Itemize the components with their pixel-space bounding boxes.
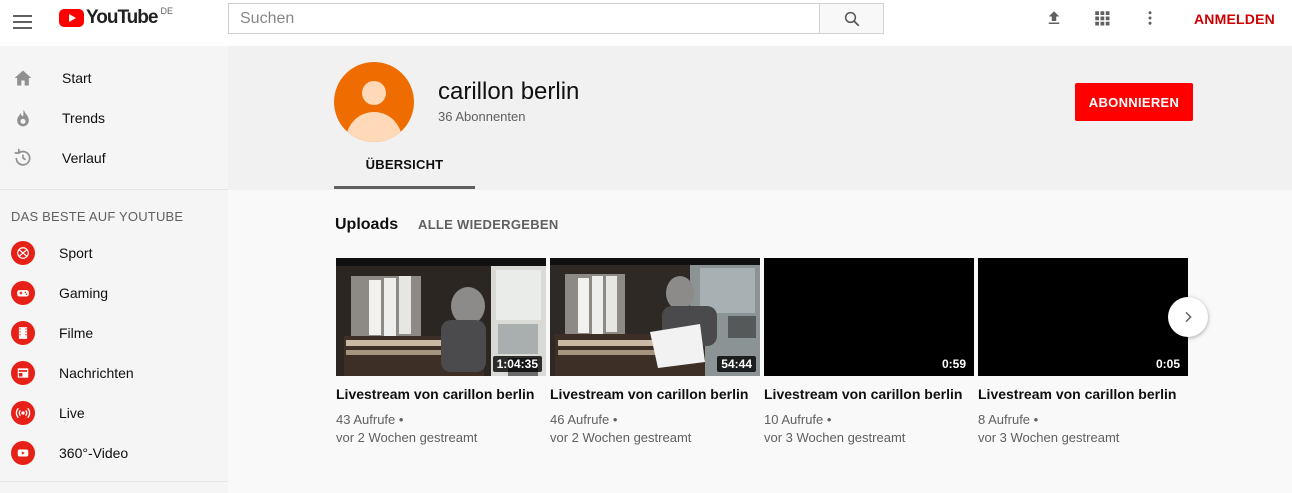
subscriber-count: 36 Abonnenten xyxy=(438,109,526,124)
video-meta: 46 Aufrufe • vor 2 Wochen gestreamt xyxy=(550,411,760,447)
subscribe-button[interactable]: ABONNIEREN xyxy=(1075,83,1193,121)
sidebar-divider xyxy=(0,189,228,190)
video-title[interactable]: Livestream von carillon berlin xyxy=(978,386,1188,402)
menu-icon[interactable] xyxy=(13,11,35,33)
signin-button[interactable]: ANMELDEN xyxy=(1194,11,1275,27)
video-title[interactable]: Livestream von carillon berlin xyxy=(336,386,546,402)
video-meta: 8 Aufrufe • vor 3 Wochen gestreamt xyxy=(978,411,1188,447)
video-meta: 10 Aufrufe • vor 3 Wochen gestreamt xyxy=(764,411,974,447)
sidebar-item-start[interactable]: Start xyxy=(0,58,228,98)
shelf-next-button[interactable] xyxy=(1168,297,1208,337)
video-duration: 0:59 xyxy=(937,356,970,372)
video-age: vor 3 Wochen gestreamt xyxy=(764,430,906,445)
sidebar: Start Trends Verlauf DAS BESTE AUF YOUTU… xyxy=(0,46,228,493)
video-views: 43 Aufrufe • xyxy=(336,412,404,427)
apps-grid-icon[interactable] xyxy=(1092,8,1112,28)
video-meta: 43 Aufrufe • vor 2 Wochen gestreamt xyxy=(336,411,546,447)
sidebar-item-label: Sport xyxy=(59,245,93,261)
logo-country-code: DE xyxy=(160,6,173,16)
video-thumbnail[interactable]: 54:44 xyxy=(550,258,760,376)
more-vert-icon[interactable] xyxy=(1140,8,1160,28)
youtube-logo[interactable]: YouTube DE xyxy=(59,6,173,29)
chevron-right-icon xyxy=(1185,311,1192,323)
search-icon xyxy=(844,11,859,26)
avatar-body-shape xyxy=(346,112,402,142)
video-thumbnail[interactable]: 0:05 xyxy=(978,258,1188,376)
sport-icon xyxy=(11,241,35,265)
sidebar-item-sport[interactable]: Sport xyxy=(0,233,228,273)
video-thumbnail[interactable]: 1:04:35 xyxy=(336,258,546,376)
sidebar-item-filme[interactable]: Filme xyxy=(0,313,228,353)
video-views: 8 Aufrufe • xyxy=(978,412,1039,427)
logo-text: YouTube xyxy=(86,7,158,28)
sidebar-item-label: Live xyxy=(59,405,85,421)
gaming-icon xyxy=(11,281,35,305)
flame-icon xyxy=(12,107,34,129)
tab-overview[interactable]: ÜBERSICHT xyxy=(334,142,475,189)
shelf-title[interactable]: Uploads xyxy=(335,216,398,234)
video-card: 54:44 Livestream von carillon berlin 46 … xyxy=(550,258,760,447)
video-title[interactable]: Livestream von carillon berlin xyxy=(764,386,974,402)
sidebar-item-live[interactable]: Live xyxy=(0,393,228,433)
video-duration: 1:04:35 xyxy=(492,356,542,372)
play-all-button[interactable]: ALLE WIEDERGEBEN xyxy=(418,217,559,232)
film-icon xyxy=(11,321,35,345)
upload-icon[interactable] xyxy=(1044,8,1064,28)
search-button[interactable] xyxy=(819,3,884,34)
video-views: 46 Aufrufe • xyxy=(550,412,618,427)
sidebar-item-label: Gaming xyxy=(59,285,109,301)
channel-content: Uploads ALLE WIEDERGEBEN 1:04:35 Livestr… xyxy=(228,190,1292,493)
video-title[interactable]: Livestream von carillon berlin xyxy=(550,386,760,402)
video-age: vor 2 Wochen gestreamt xyxy=(550,430,692,445)
video-thumbnail[interactable]: 0:59 xyxy=(764,258,974,376)
video-duration: 0:05 xyxy=(1151,356,1184,372)
sidebar-item-nachrichten[interactable]: Nachrichten xyxy=(0,353,228,393)
sidebar-item-trends[interactable]: Trends xyxy=(0,98,228,138)
sidebar-item-label: Trends xyxy=(62,110,106,126)
video-card: 0:05 Livestream von carillon berlin 8 Au… xyxy=(978,258,1188,447)
video-age: vor 2 Wochen gestreamt xyxy=(336,430,478,445)
video-card: 1:04:35 Livestream von carillon berlin 4… xyxy=(336,258,546,447)
avatar-head-shape xyxy=(362,81,386,105)
video-views: 10 Aufrufe • xyxy=(764,412,832,427)
sidebar-item-label: Verlauf xyxy=(62,150,106,166)
play-logo-icon xyxy=(59,9,84,27)
sidebar-item-verlauf[interactable]: Verlauf xyxy=(0,138,228,178)
sidebar-item-360-video[interactable]: 360°-Video xyxy=(0,433,228,473)
sidebar-item-label: Filme xyxy=(59,325,94,341)
sidebar-item-gaming[interactable]: Gaming xyxy=(0,273,228,313)
video-duration: 54:44 xyxy=(717,356,756,372)
sidebar-divider xyxy=(0,481,228,482)
sidebar-item-label: Start xyxy=(62,70,92,86)
masthead: YouTube DE Suchen ANMELDEN xyxy=(0,0,1292,46)
channel-name: carillon berlin xyxy=(438,78,580,105)
history-icon xyxy=(12,147,34,169)
channel-header: carillon berlin 36 Abonnenten ABONNIEREN… xyxy=(228,46,1292,190)
sidebar-item-label: 360°-Video xyxy=(59,445,129,461)
video-age: vor 3 Wochen gestreamt xyxy=(978,430,1120,445)
sidebar-section-heading: DAS BESTE AUF YOUTUBE xyxy=(11,209,184,224)
video-card: 0:59 Livestream von carillon berlin 10 A… xyxy=(764,258,974,447)
home-icon xyxy=(12,67,34,89)
news-icon xyxy=(11,361,35,385)
search-input[interactable]: Suchen xyxy=(228,3,820,34)
live-icon xyxy=(11,401,35,425)
video-360-icon xyxy=(11,441,35,465)
sidebar-item-label: Nachrichten xyxy=(59,365,134,381)
channel-avatar[interactable] xyxy=(334,62,414,142)
